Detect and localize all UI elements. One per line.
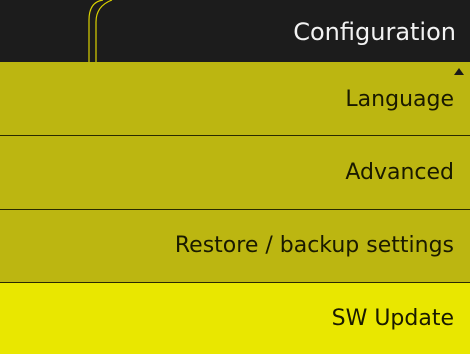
menu-item-advanced[interactable]: Advanced	[0, 136, 470, 209]
menu-item-restore-backup-settings[interactable]: Restore / backup settings	[0, 210, 470, 282]
configuration-screen: Configuration Language Advanced Restore …	[0, 0, 470, 354]
menu-item-sw-update[interactable]: SW Update	[0, 283, 470, 354]
configuration-menu: Language Advanced Restore / backup setti…	[0, 62, 470, 354]
scroll-up-arrow-icon[interactable]	[454, 68, 464, 75]
header-bar: Configuration	[0, 0, 470, 62]
page-title: Configuration	[293, 18, 456, 46]
header-decoration-icon	[88, 0, 113, 62]
menu-item-language[interactable]: Language	[0, 62, 470, 135]
